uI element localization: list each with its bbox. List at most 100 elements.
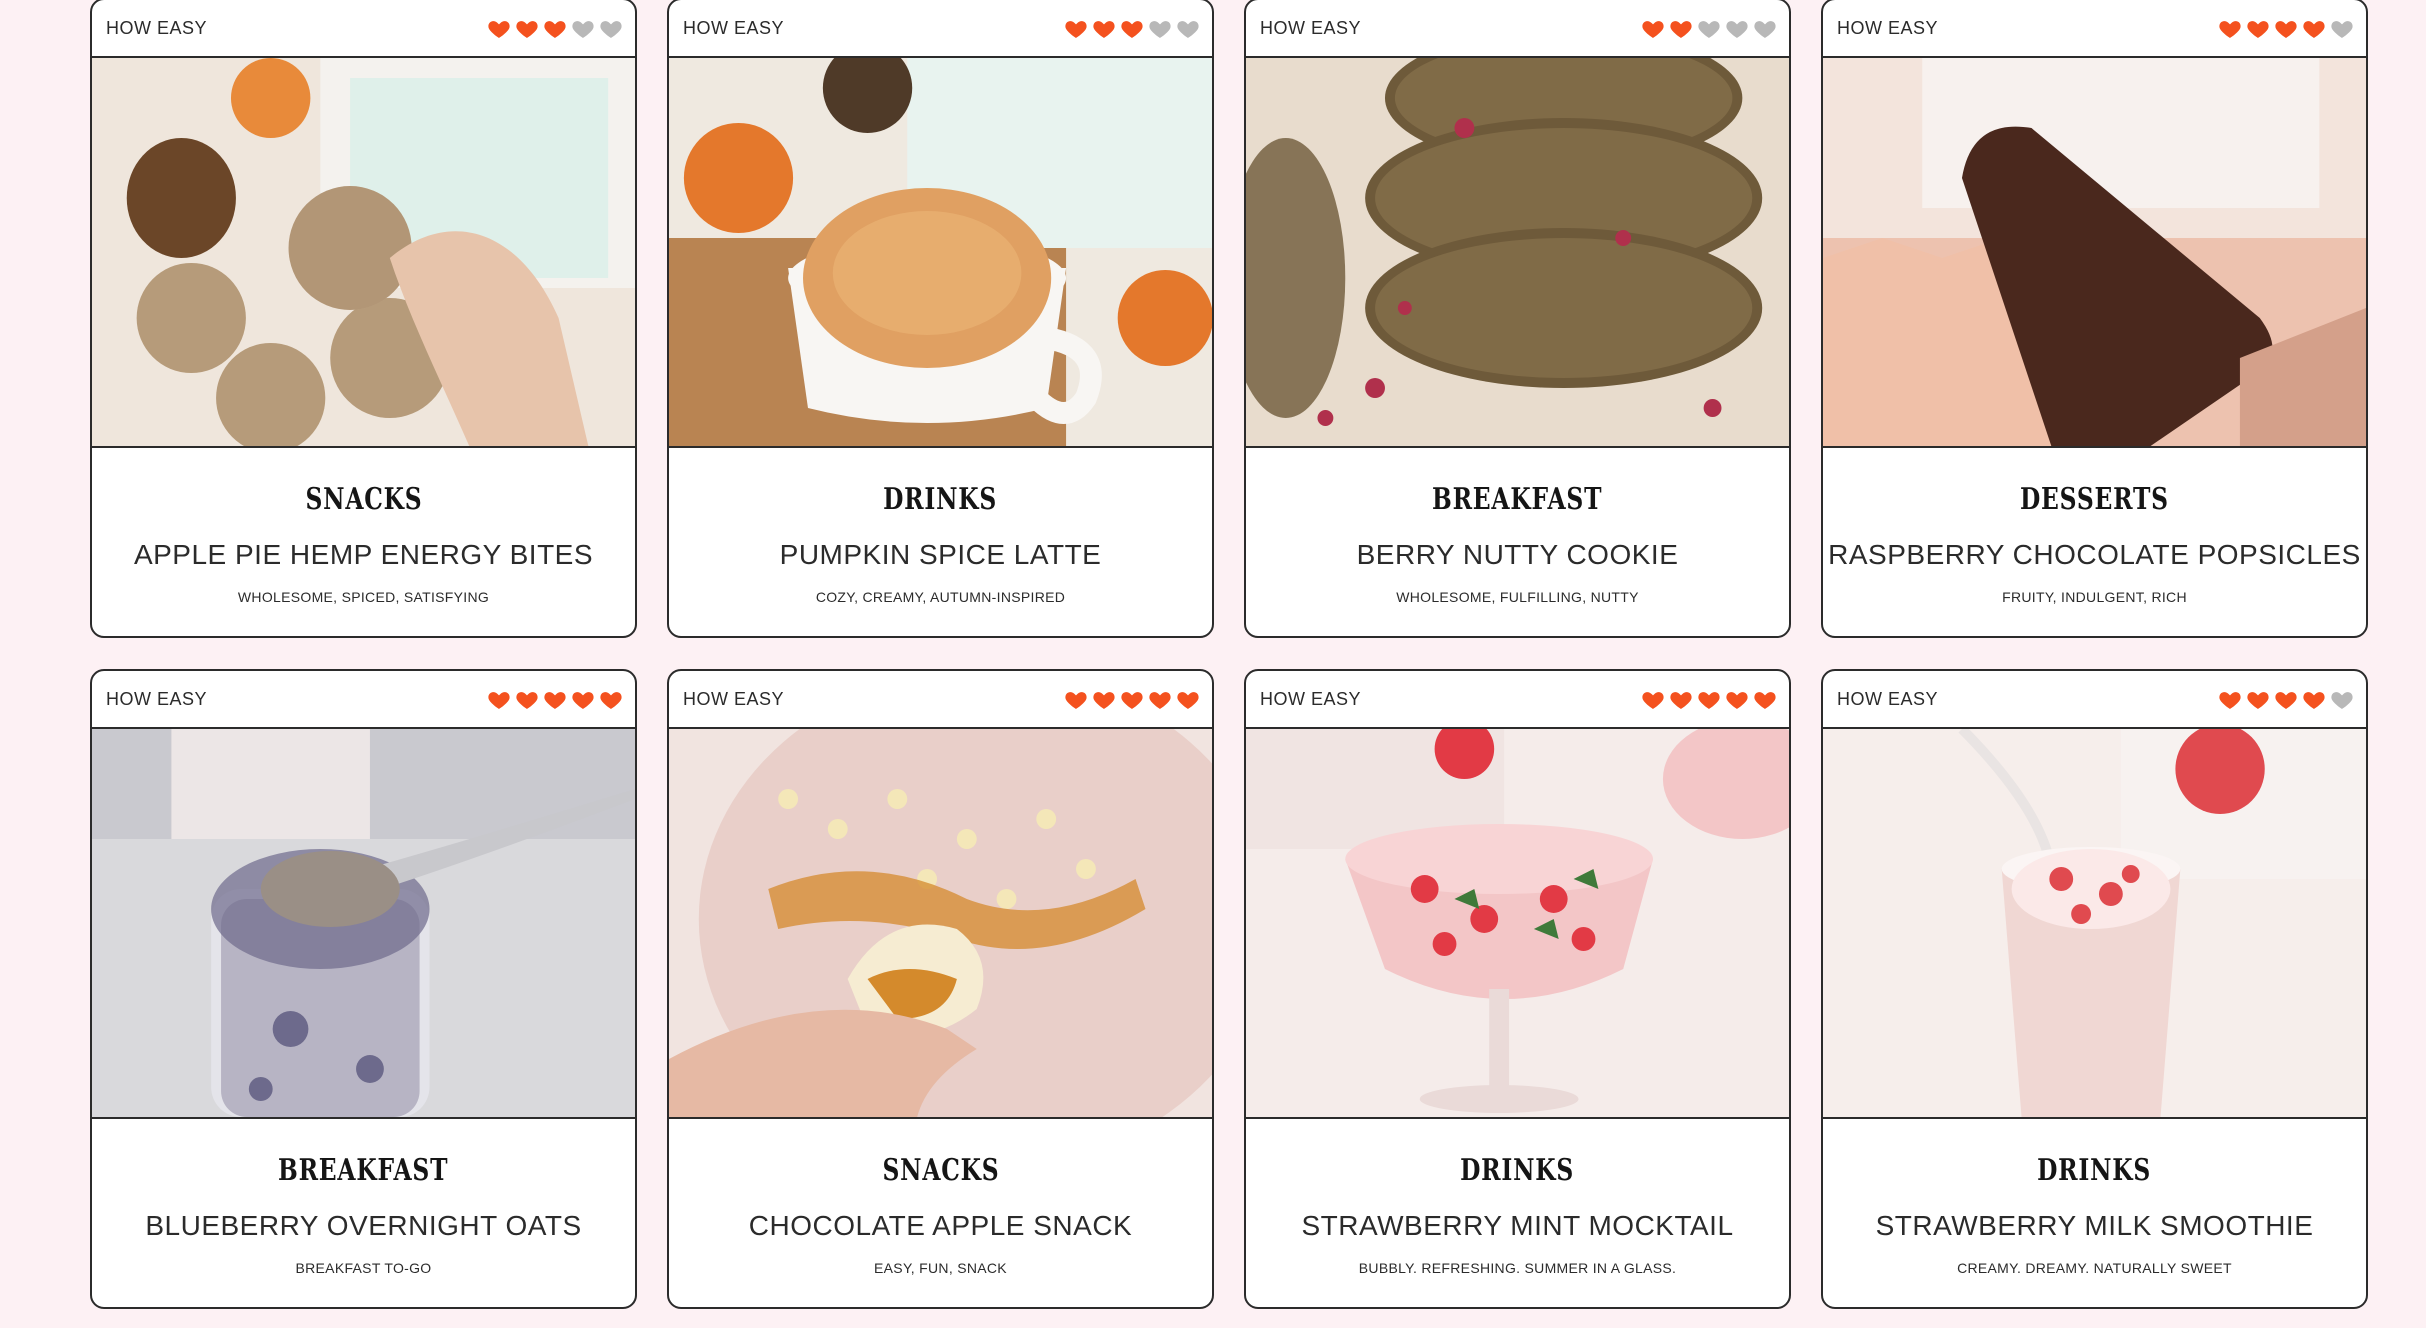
ease-rating	[487, 688, 623, 710]
heart-filled-icon	[1120, 17, 1144, 39]
ease-rating	[487, 17, 623, 39]
energy-bites-photo[interactable]	[92, 58, 635, 448]
heart-filled-icon	[2218, 688, 2242, 710]
mocktail-photo[interactable]	[1246, 729, 1789, 1119]
heart-filled-icon	[515, 688, 539, 710]
recipe-tagline: BUBBLY. REFRESHING. SUMMER IN A GLASS.	[1358, 1260, 1677, 1276]
ease-rating	[1064, 688, 1200, 710]
cookie-stack-photo[interactable]	[1246, 58, 1789, 448]
heart-filled-icon	[1176, 688, 1200, 710]
recipe-card[interactable]: HOW EASY SNACKS APPLE PIE HEMP ENERGY BIT…	[90, 0, 637, 638]
heart-filled-icon	[2302, 17, 2326, 39]
recipe-category[interactable]: DRINKS	[2037, 1153, 2151, 1188]
ease-rating	[1641, 17, 1777, 39]
heart-filled-icon	[1064, 17, 1088, 39]
how-easy-bar: HOW EASY	[92, 0, 635, 58]
recipe-category[interactable]: DRINKS	[1460, 1153, 1574, 1188]
heart-filled-icon	[1725, 688, 1749, 710]
recipe-card[interactable]: HOW EASY BREAKFAST BLUEBERRY OVERNIGHT OA…	[90, 669, 637, 1309]
recipe-tagline: COZY, CREAMY, AUTUMN-INSPIRED	[815, 589, 1066, 605]
how-easy-label: HOW EASY	[1837, 688, 1939, 709]
how-easy-bar: HOW EASY	[669, 0, 1212, 58]
recipe-info: DESSERTS RASPBERRY CHOCOLATE POPSICLES FRU…	[1823, 448, 2366, 636]
recipe-info: BREAKFAST BERRY NUTTY COOKIE WHOLESOME, FU…	[1246, 448, 1789, 636]
recipe-title[interactable]: PUMPKIN SPICE LATTE	[780, 539, 1102, 571]
recipe-info: SNACKS CHOCOLATE APPLE SNACK EASY, FUN, SN…	[669, 1119, 1212, 1307]
heart-filled-icon	[1669, 688, 1693, 710]
how-easy-bar: HOW EASY	[669, 671, 1212, 729]
how-easy-label: HOW EASY	[106, 688, 208, 709]
heart-filled-icon	[487, 17, 511, 39]
recipe-info: SNACKS APPLE PIE HEMP ENERGY BITES WHOLESO…	[92, 448, 635, 636]
recipe-title[interactable]: APPLE PIE HEMP ENERGY BITES	[134, 539, 593, 571]
how-easy-bar: HOW EASY	[1823, 0, 2366, 58]
recipe-title[interactable]: BLUEBERRY OVERNIGHT OATS	[145, 1210, 581, 1242]
recipe-card[interactable]: HOW EASY DRINKS PUMPKIN SPICE LATTE COZY, …	[667, 0, 1214, 638]
recipe-title[interactable]: STRAWBERRY MILK SMOOTHIE	[1876, 1210, 2314, 1242]
heart-filled-icon	[599, 688, 623, 710]
heart-empty-icon	[1697, 17, 1721, 39]
smoothie-photo[interactable]	[1823, 729, 2366, 1119]
how-easy-label: HOW EASY	[1837, 17, 1939, 38]
recipe-tagline: WHOLESOME, FULFILLING, NUTTY	[1396, 589, 1639, 605]
how-easy-label: HOW EASY	[683, 17, 785, 38]
recipe-info: DRINKS PUMPKIN SPICE LATTE COZY, CREAMY, A…	[669, 448, 1212, 636]
ease-rating	[1641, 688, 1777, 710]
how-easy-bar: HOW EASY	[1246, 0, 1789, 58]
heart-filled-icon	[487, 688, 511, 710]
heart-filled-icon	[1697, 688, 1721, 710]
how-easy-label: HOW EASY	[106, 17, 208, 38]
heart-filled-icon	[2274, 17, 2298, 39]
heart-filled-icon	[543, 688, 567, 710]
recipe-title[interactable]: RASPBERRY CHOCOLATE POPSICLES	[1828, 539, 2361, 571]
heart-empty-icon	[2330, 688, 2354, 710]
recipe-info: DRINKS STRAWBERRY MILK SMOOTHIE CREAMY. DR…	[1823, 1119, 2366, 1307]
heart-filled-icon	[2218, 17, 2242, 39]
heart-empty-icon	[1148, 17, 1172, 39]
how-easy-bar: HOW EASY	[92, 671, 635, 729]
heart-filled-icon	[1641, 17, 1665, 39]
heart-empty-icon	[571, 17, 595, 39]
heart-empty-icon	[1753, 17, 1777, 39]
overnight-oats-photo[interactable]	[92, 729, 635, 1119]
latte-photo[interactable]	[669, 58, 1212, 448]
how-easy-bar: HOW EASY	[1246, 671, 1789, 729]
heart-filled-icon	[1641, 688, 1665, 710]
recipe-tagline: EASY, FUN, SNACK	[874, 1260, 1007, 1276]
heart-filled-icon	[2302, 688, 2326, 710]
heart-empty-icon	[2330, 17, 2354, 39]
recipe-title[interactable]: BERRY NUTTY COOKIE	[1357, 539, 1679, 571]
heart-filled-icon	[1092, 17, 1116, 39]
heart-filled-icon	[2274, 688, 2298, 710]
recipe-category[interactable]: BREAKFAST	[1432, 482, 1602, 517]
heart-filled-icon	[543, 17, 567, 39]
recipe-category[interactable]: SNACKS	[882, 1153, 999, 1188]
ease-rating	[1064, 17, 1200, 39]
recipe-tagline: BREAKFAST TO-GO	[295, 1260, 432, 1276]
recipe-card[interactable]: HOW EASY BREAKFAST BERRY NUTTY COOKIE WHOL…	[1244, 0, 1791, 638]
recipe-info: BREAKFAST BLUEBERRY OVERNIGHT OATS BREAKFA…	[92, 1119, 635, 1307]
recipe-card[interactable]: HOW EASY DRINKS STRAWBERRY MILK SMOOTHIE C…	[1821, 669, 2368, 1309]
ease-rating	[2218, 688, 2354, 710]
heart-empty-icon	[599, 17, 623, 39]
heart-filled-icon	[1064, 688, 1088, 710]
recipe-category[interactable]: SNACKS	[305, 482, 422, 517]
heart-filled-icon	[1120, 688, 1144, 710]
heart-filled-icon	[1669, 17, 1693, 39]
apple-snack-photo[interactable]	[669, 729, 1212, 1119]
how-easy-label: HOW EASY	[1260, 688, 1362, 709]
recipe-tagline: FRUITY, INDULGENT, RICH	[2002, 589, 2187, 605]
recipe-title[interactable]: STRAWBERRY MINT MOCKTAIL	[1301, 1210, 1733, 1242]
recipe-title[interactable]: CHOCOLATE APPLE SNACK	[749, 1210, 1132, 1242]
recipe-category[interactable]: BREAKFAST	[278, 1153, 448, 1188]
heart-filled-icon	[1148, 688, 1172, 710]
how-easy-bar: HOW EASY	[1823, 671, 2366, 729]
heart-filled-icon	[2246, 688, 2270, 710]
recipe-card[interactable]: HOW EASY SNACKS CHOCOLATE APPLE SNACK EASY…	[667, 669, 1214, 1309]
recipe-card[interactable]: HOW EASY DESSERTS RASPBERRY CHOCOLATE POP…	[1821, 0, 2368, 638]
recipe-card[interactable]: HOW EASY DRINKS STRAWBERRY MINT MOCKTAIL B…	[1244, 669, 1791, 1309]
recipe-category[interactable]: DESSERTS	[2020, 482, 2169, 517]
heart-filled-icon	[1092, 688, 1116, 710]
popsicle-photo[interactable]	[1823, 58, 2366, 448]
recipe-category[interactable]: DRINKS	[883, 482, 997, 517]
